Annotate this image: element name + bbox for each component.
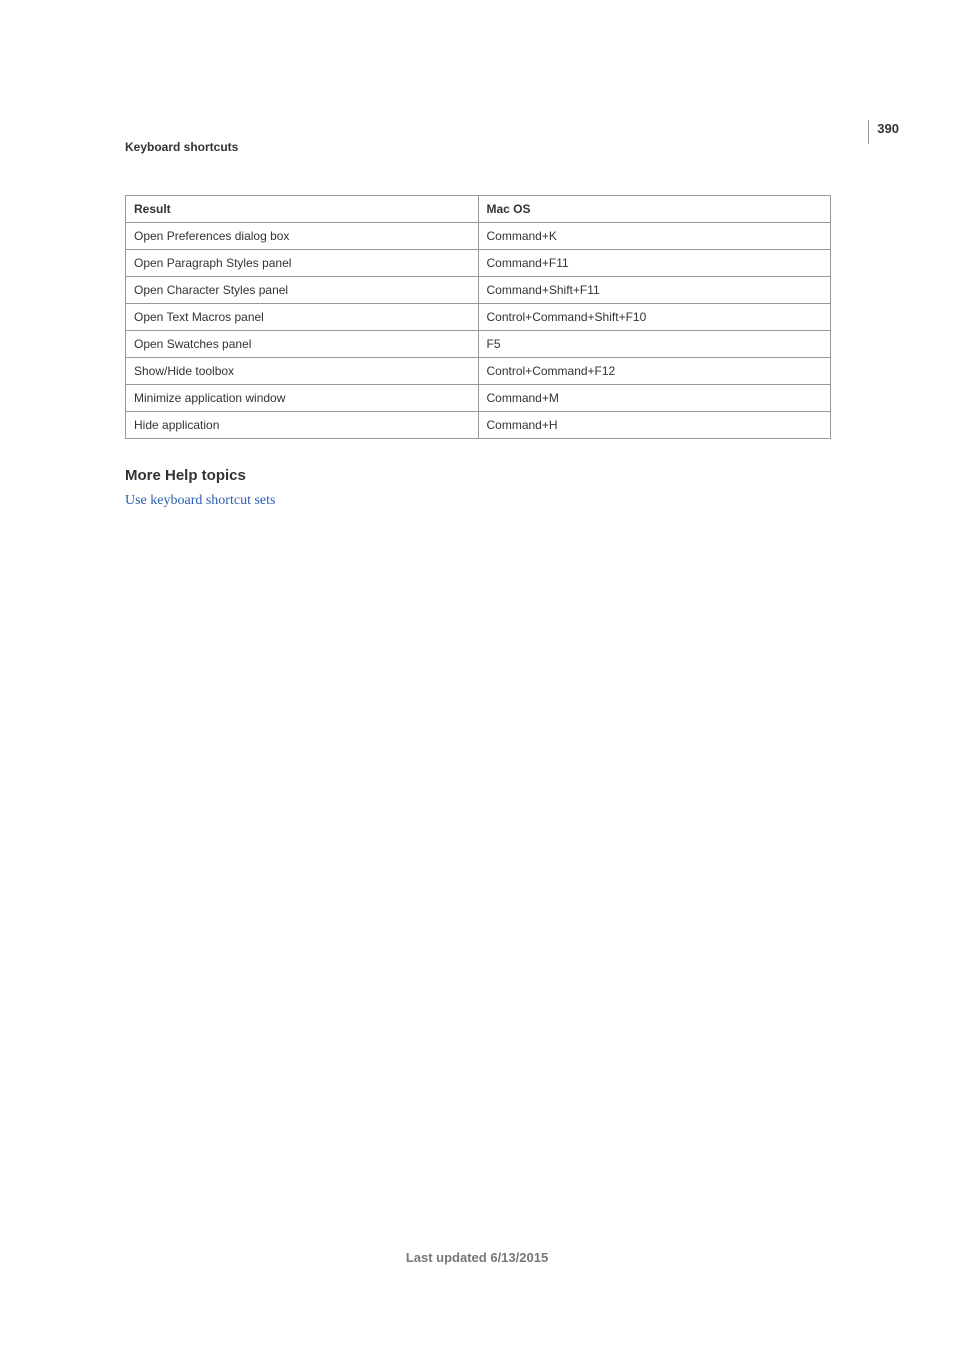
cell-result: Open Character Styles panel (126, 277, 479, 304)
shortcuts-table: Result Mac OS Open Preferences dialog bo… (125, 195, 831, 439)
cell-result: Show/Hide toolbox (126, 358, 479, 385)
cell-result: Open Paragraph Styles panel (126, 250, 479, 277)
more-help-heading: More Help topics (125, 467, 831, 484)
table-row: Open Preferences dialog box Command+K (126, 223, 831, 250)
cell-result: Hide application (126, 412, 479, 439)
cell-macos: Command+F11 (478, 250, 831, 277)
cell-macos: Command+Shift+F11 (478, 277, 831, 304)
cell-macos: Command+K (478, 223, 831, 250)
cell-macos: Control+Command+Shift+F10 (478, 304, 831, 331)
table-row: Open Swatches panel F5 (126, 331, 831, 358)
footer-last-updated: Last updated 6/13/2015 (0, 1250, 954, 1265)
table-row: Hide application Command+H (126, 412, 831, 439)
cell-macos: Command+H (478, 412, 831, 439)
table-row: Open Paragraph Styles panel Command+F11 (126, 250, 831, 277)
header-macos: Mac OS (478, 196, 831, 223)
cell-macos: Control+Command+F12 (478, 358, 831, 385)
page-number: 390 (877, 121, 899, 136)
cell-result: Minimize application window (126, 385, 479, 412)
page-number-container: 390 (868, 120, 899, 144)
cell-result: Open Swatches panel (126, 331, 479, 358)
table-header-row: Result Mac OS (126, 196, 831, 223)
cell-macos: F5 (478, 331, 831, 358)
table-row: Show/Hide toolbox Control+Command+F12 (126, 358, 831, 385)
cell-result: Open Preferences dialog box (126, 223, 479, 250)
cell-macos: Command+M (478, 385, 831, 412)
table-row: Open Text Macros panel Control+Command+S… (126, 304, 831, 331)
page-content: Result Mac OS Open Preferences dialog bo… (125, 195, 831, 511)
header-result: Result (126, 196, 479, 223)
table-row: Minimize application window Command+M (126, 385, 831, 412)
help-link-shortcut-sets[interactable]: Use keyboard shortcut sets (125, 490, 831, 511)
section-title: Keyboard shortcuts (125, 140, 238, 154)
cell-result: Open Text Macros panel (126, 304, 479, 331)
table-row: Open Character Styles panel Command+Shif… (126, 277, 831, 304)
